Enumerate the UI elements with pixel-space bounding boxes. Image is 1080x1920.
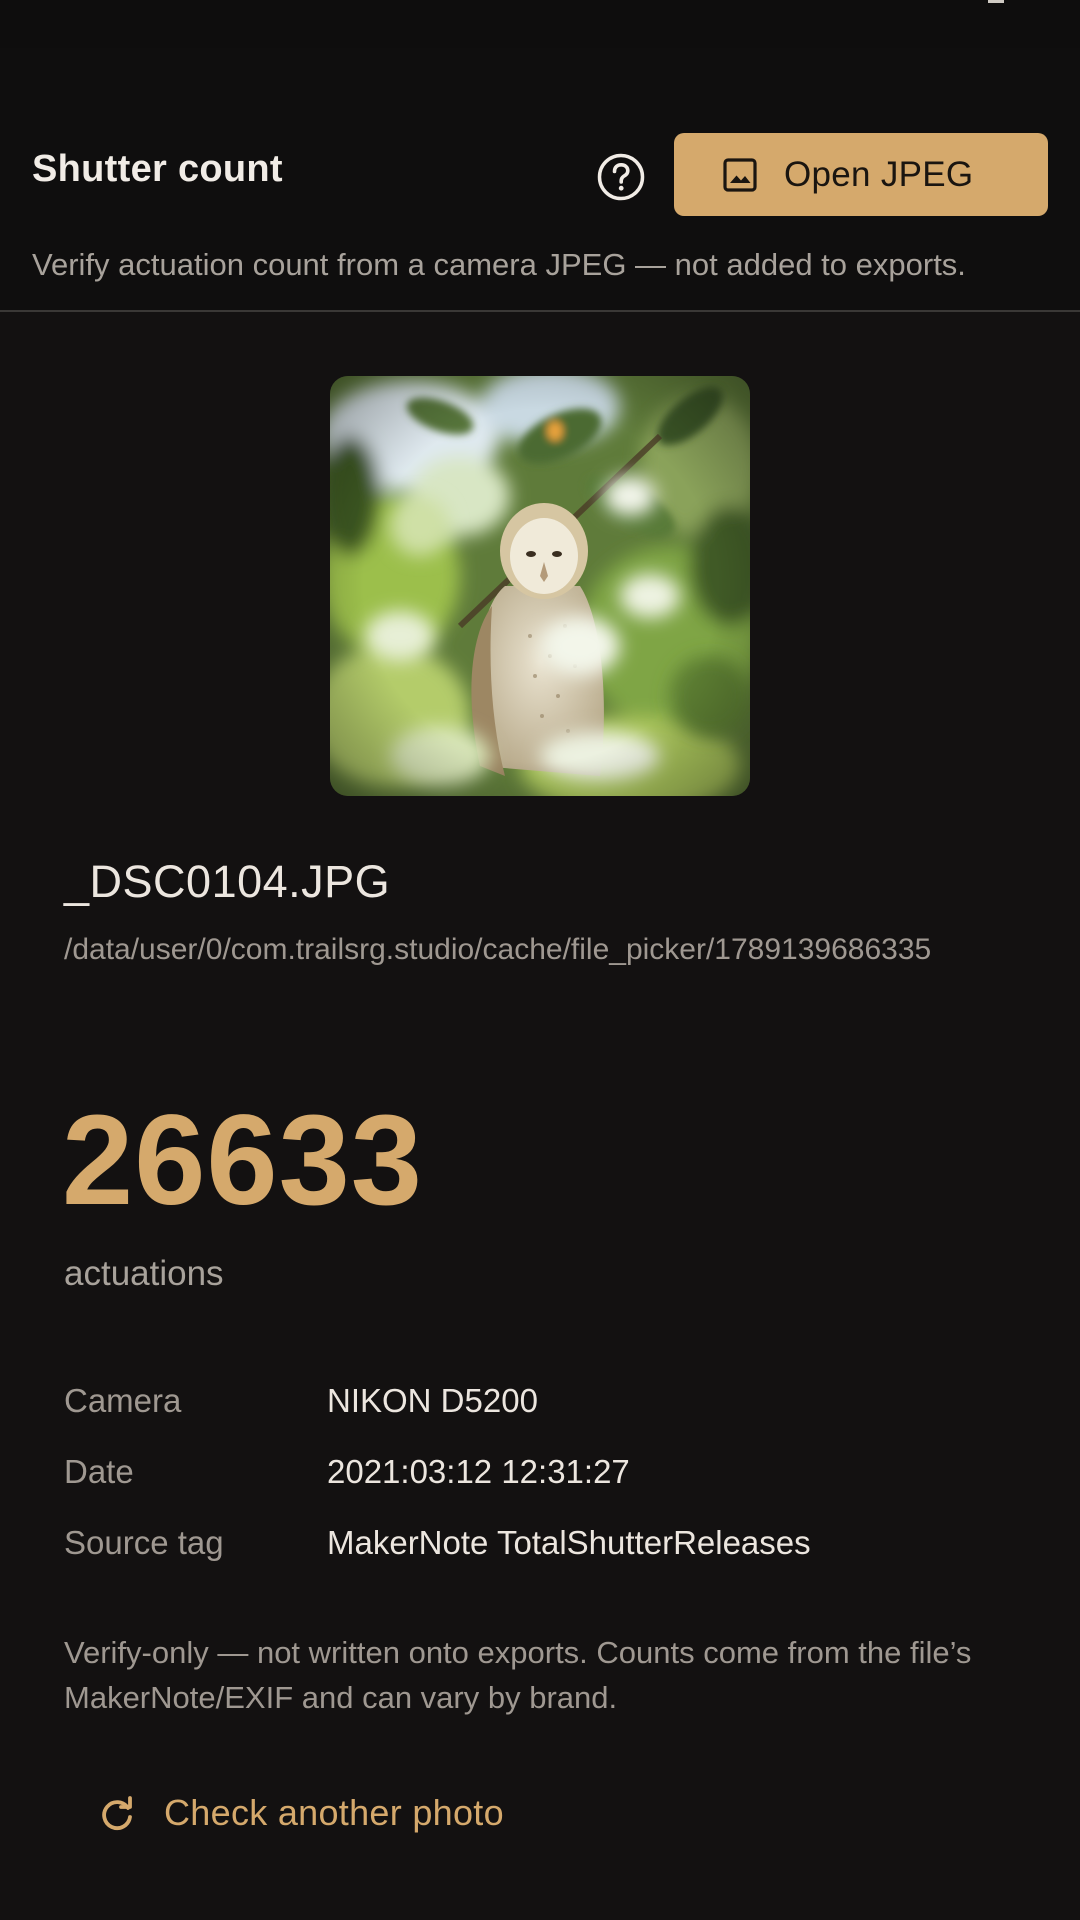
image-icon <box>723 158 757 192</box>
detail-value: NIKON D5200 <box>327 1382 538 1419</box>
refresh-icon <box>102 1796 132 1830</box>
status-bar <box>0 0 1080 48</box>
check-another-photo-label: Check another photo <box>164 1792 504 1833</box>
file-path: /data/user/0/com.trailsrg.studio/cache/f… <box>64 933 932 966</box>
file-name: _DSC0104.JPG <box>64 856 391 907</box>
detail-row-source-tag: Source tag MakerNote TotalShutterRelease… <box>64 1524 1024 1574</box>
help-circle-icon <box>597 153 645 201</box>
help-button[interactable] <box>596 152 646 202</box>
check-another-photo-button[interactable]: Check another photo <box>88 1784 558 1846</box>
page-title: Shutter count <box>32 148 283 190</box>
photo-thumbnail-image <box>330 376 750 796</box>
detail-row-date: Date 2021:03:12 12:31:27 <box>64 1453 1024 1503</box>
header: Shutter count Open JPEG Verify actuation… <box>0 48 1080 312</box>
photo-thumbnail <box>330 376 750 796</box>
detail-value: 2021:03:12 12:31:27 <box>327 1453 630 1490</box>
detail-label: Date <box>64 1453 134 1490</box>
header-subtitle: Verify actuation count from a camera JPE… <box>32 247 966 282</box>
status-indicator <box>988 0 1004 3</box>
shutter-count-unit: actuations <box>64 1254 224 1293</box>
open-jpeg-button[interactable]: Open JPEG <box>674 133 1048 216</box>
shutter-count-value: 26633 <box>62 1089 423 1232</box>
detail-label: Camera <box>64 1382 182 1419</box>
verify-note: Verify-only — not written onto exports. … <box>64 1635 972 1715</box>
open-jpeg-label: Open JPEG <box>784 155 974 194</box>
detail-row-camera: Camera NIKON D5200 <box>64 1382 1024 1432</box>
detail-value: MakerNote TotalShutterReleases <box>327 1524 811 1561</box>
detail-label: Source tag <box>64 1524 224 1561</box>
